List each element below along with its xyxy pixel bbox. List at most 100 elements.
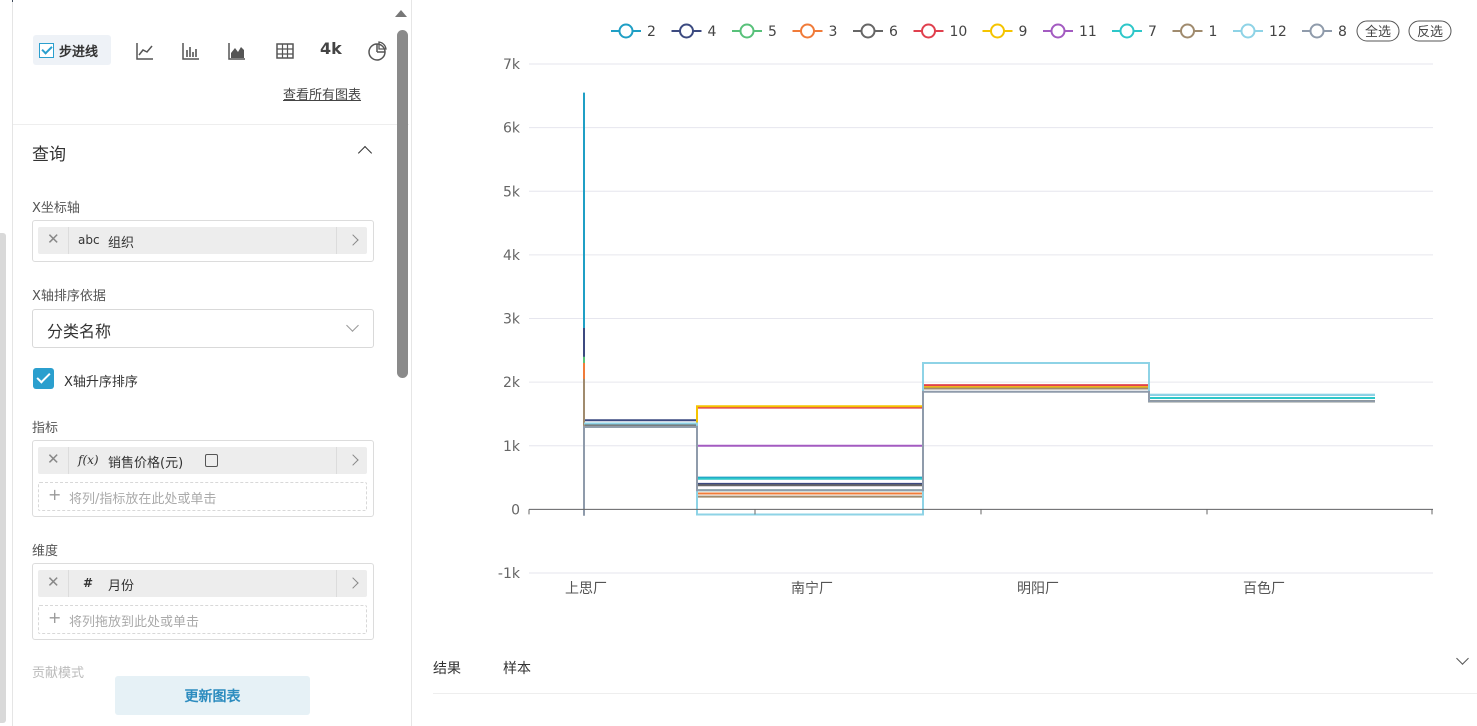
pie-chart-icon[interactable] xyxy=(366,40,388,62)
legend-marker-2 xyxy=(618,23,634,39)
dimension-label: 维度 xyxy=(32,544,59,559)
dimension-well[interactable]: ✕ # 月份 + 将列拖放到此处或单击 xyxy=(32,563,374,640)
y-tick-label: 2k xyxy=(503,375,521,391)
legend-label-10: 10 xyxy=(950,24,968,40)
contribution-mode-label: 贡献模式 xyxy=(32,666,85,681)
legend-marker-7 xyxy=(1119,23,1135,39)
legend-marker-5 xyxy=(739,23,755,39)
legend-invert-button-label: 反选 xyxy=(1417,25,1443,40)
metric-field-name: 销售价格(元) xyxy=(108,456,184,471)
y-tick-label: 1k xyxy=(503,439,521,455)
remove-x-axis-icon[interactable]: ✕ xyxy=(47,230,60,248)
x-asc-label: X轴升序排序 xyxy=(64,375,138,390)
y-tick-label: 5k xyxy=(503,184,521,200)
legend-marker-10 xyxy=(921,23,936,39)
area-chart-icon[interactable] xyxy=(226,40,248,62)
series-line-2 xyxy=(583,92,1375,479)
metrics-label: 指标 xyxy=(32,421,59,436)
chevron-right-icon[interactable] xyxy=(347,577,359,589)
chart-type-toolbar: 步进线 4k xyxy=(33,35,393,67)
y-tick-label: -1k xyxy=(498,566,521,582)
x-axis-label: X坐标轴 xyxy=(32,201,80,216)
step-line-label: 步进线 xyxy=(59,44,99,60)
left-strip-scroll-edge[interactable] xyxy=(0,233,6,723)
chart-area: 2 4 5 3 6 10 9 11 7 1 12 8 全选 反选 -1k 0 1k 2k 3k 4k 5k 6k 7k 上… xyxy=(413,0,1477,640)
legend-label-5: 5 xyxy=(768,24,777,40)
toolbar-divider xyxy=(13,124,409,125)
scroll-up-arrow-icon[interactable] xyxy=(395,10,407,17)
remove-metric-icon[interactable]: ✕ xyxy=(47,450,60,468)
x-tick-label: 上思厂 xyxy=(565,581,607,597)
legend-select-all-button-label: 全选 xyxy=(1365,24,1391,40)
number-type-icon: # xyxy=(83,576,94,590)
panel-scrollbar[interactable] xyxy=(397,30,408,378)
remove-dimension-icon[interactable]: ✕ xyxy=(47,573,60,591)
legend-marker-6 xyxy=(860,23,876,39)
legend-label-1: 1 xyxy=(1209,24,1218,40)
expand-results-icon[interactable] xyxy=(1456,652,1469,665)
x-axis-field-name: 组织 xyxy=(108,236,135,251)
collapsed-left-strip xyxy=(0,0,13,726)
step-line-check-icon xyxy=(39,42,54,58)
legend-label-11: 11 xyxy=(1079,24,1097,40)
x-sort-label: X轴排序依据 xyxy=(32,289,106,304)
x-tick-label: 百色厂 xyxy=(1243,580,1285,597)
plus-icon: + xyxy=(48,485,62,504)
x-asc-checkbox[interactable] xyxy=(33,368,54,389)
legend-select-all-button[interactable]: 全选 xyxy=(1356,20,1400,42)
x-tick-label: 南宁厂 xyxy=(791,580,833,597)
legend-marker-4 xyxy=(679,23,694,39)
plus-icon: + xyxy=(48,608,62,627)
config-panel: 步进线 4k 查看所有图表 查询 X坐标轴 ✕ abc 组织 X轴排序依据 分类… xyxy=(13,0,412,726)
function-type-icon: f(x) xyxy=(78,453,99,467)
bar-chart-icon[interactable] xyxy=(180,40,202,62)
tab-results[interactable]: 结果 xyxy=(433,658,461,678)
x-sort-value: 分类名称 xyxy=(47,322,112,341)
y-tick-label: 0 xyxy=(511,502,520,518)
chevron-right-icon[interactable] xyxy=(347,234,359,246)
metrics-drop-zone[interactable]: + 将列/指标放在此处或单击 xyxy=(38,482,367,511)
legend-invert-button[interactable]: 反选 xyxy=(1408,20,1452,42)
query-section-title: 查询 xyxy=(32,145,66,165)
legend-label-8: 8 xyxy=(1338,24,1347,40)
x-sort-select[interactable]: 分类名称 xyxy=(32,309,374,348)
chart-axes: 上思厂 南宁厂 明阳厂 百色厂 xyxy=(528,508,1433,597)
x-axis-well[interactable]: ✕ abc 组织 xyxy=(32,220,374,262)
metrics-drop-hint: 将列/指标放在此处或单击 xyxy=(69,492,217,507)
legend-marker-1 xyxy=(1180,23,1195,39)
line-chart-icon[interactable] xyxy=(134,40,156,62)
legend-marker-9 xyxy=(990,23,1005,39)
chart-legend: 2 4 5 3 6 10 9 11 7 1 12 8 全选 反选 xyxy=(611,20,1452,42)
table-icon[interactable] xyxy=(274,40,296,62)
series-line-5 xyxy=(583,356,1375,492)
legend-marker-11 xyxy=(1050,23,1066,39)
collapse-query-icon[interactable] xyxy=(357,145,373,161)
step-line-button[interactable]: 步进线 xyxy=(33,35,111,65)
legend-label-12: 12 xyxy=(1269,24,1287,40)
y-tick-label: 6k xyxy=(503,121,521,137)
metrics-well[interactable]: ✕ f(x) 销售价格(元) + 将列/指标放在此处或单击 xyxy=(32,440,374,517)
dimension-drop-zone[interactable]: + 将列拖放到此处或单击 xyxy=(38,605,367,634)
step-line-chart: 2 4 5 3 6 10 9 11 7 1 12 8 全选 反选 -1k 0 1k 2k 3k 4k 5k 6k 7k 上… xyxy=(498,20,1452,597)
x-axis-field-chip[interactable]: ✕ abc 组织 xyxy=(38,227,367,254)
series-line-6 xyxy=(584,387,1375,487)
legend-label-9: 9 xyxy=(1019,24,1028,40)
view-all-charts-link[interactable]: 查看所有图表 xyxy=(283,84,361,103)
y-tick-label: 7k xyxy=(503,57,521,73)
kpi-card-button[interactable]: 4k xyxy=(320,39,342,58)
legend-label-4: 4 xyxy=(708,24,717,40)
string-type-icon: abc xyxy=(78,233,100,247)
calculator-icon[interactable] xyxy=(205,454,218,467)
chevron-down-icon xyxy=(346,319,359,332)
dimension-field-chip[interactable]: ✕ # 月份 xyxy=(38,570,367,597)
chart-series xyxy=(583,92,1375,516)
results-bar: 结果 样本 xyxy=(433,648,1477,694)
chevron-right-icon[interactable] xyxy=(347,454,359,466)
legend-label-7: 7 xyxy=(1148,24,1157,40)
legend-marker-3 xyxy=(800,23,815,39)
update-chart-button[interactable]: 更新图表 xyxy=(115,676,310,715)
legend-label-2: 2 xyxy=(647,24,656,40)
metric-field-chip[interactable]: ✕ f(x) 销售价格(元) xyxy=(38,447,367,474)
y-tick-label: 4k xyxy=(503,248,521,264)
tab-sample[interactable]: 样本 xyxy=(503,658,531,678)
